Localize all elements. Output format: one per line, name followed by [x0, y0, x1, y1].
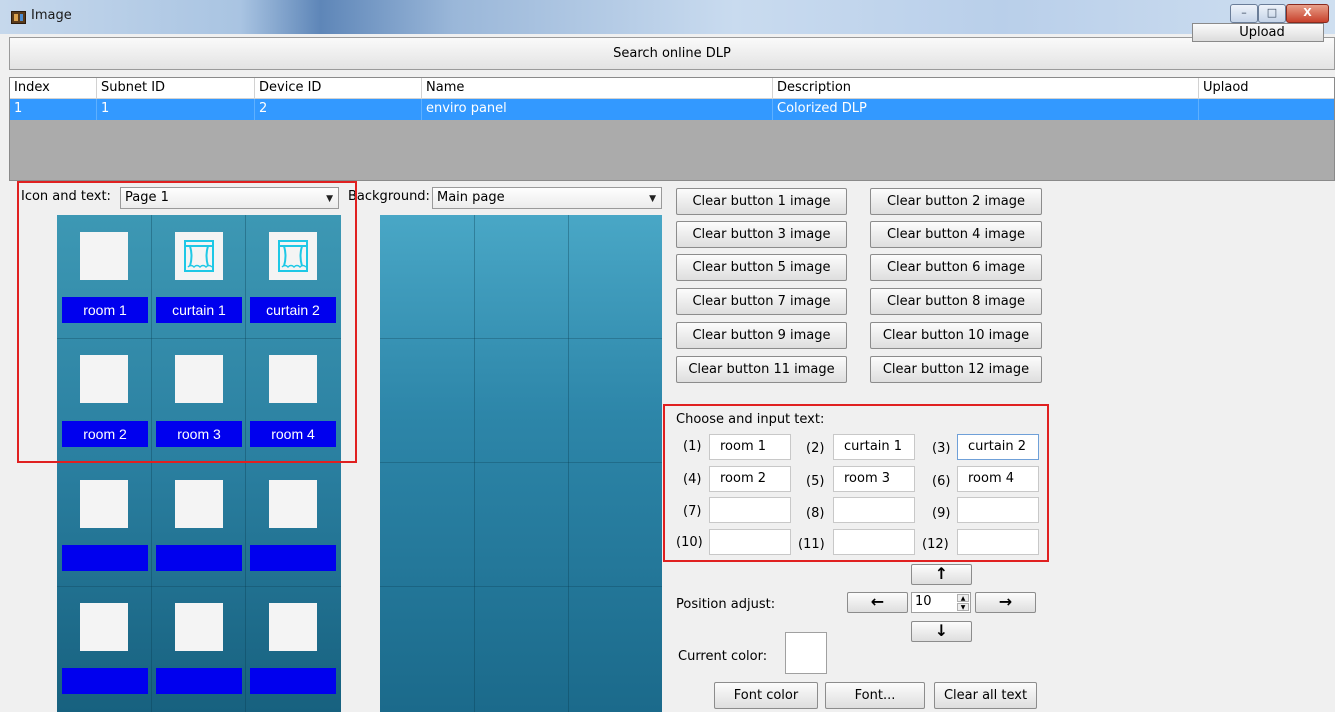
text-number-10: (10) [676, 535, 703, 550]
clear-all-text-button[interactable]: Clear all text [934, 682, 1037, 709]
background-select[interactable]: Main page ▼ [432, 187, 662, 209]
current-color-swatch [785, 632, 827, 674]
text-input-4[interactable]: room 2 [709, 466, 791, 492]
background-preview [380, 215, 662, 712]
column-header-name[interactable]: Name [422, 78, 773, 99]
text-input-1[interactable]: room 1 [709, 434, 791, 460]
minimize-button[interactable]: – [1230, 4, 1258, 23]
title-bar [0, 0, 1335, 34]
text-input-8[interactable] [833, 497, 915, 523]
background-select-value: Main page [437, 190, 505, 205]
close-button[interactable]: X [1286, 4, 1329, 23]
text-input-7[interactable] [709, 497, 791, 523]
font-button[interactable]: Font... [825, 682, 925, 709]
column-header-description[interactable]: Description [773, 78, 1199, 99]
spin-down-icon[interactable]: ▼ [957, 603, 969, 611]
device-table: Index Subnet ID Device ID Name Descripti… [9, 77, 1335, 181]
clear-button-2-image[interactable]: Clear button 2 image [870, 188, 1042, 215]
button-icon-tile[interactable] [175, 603, 223, 651]
clear-button-9-image[interactable]: Clear button 9 image [676, 322, 847, 349]
button-label[interactable] [62, 668, 148, 694]
choose-text-title: Choose and input text: [676, 412, 825, 427]
arrow-left-icon: ← [870, 592, 885, 611]
move-down-button[interactable]: ↓ [911, 621, 972, 642]
upload-button[interactable]: Upload [1192, 23, 1324, 42]
background-label: Background: [348, 189, 430, 204]
dropdown-arrow-icon: ▼ [649, 194, 656, 204]
clear-button-6-image[interactable]: Clear button 6 image [870, 254, 1042, 281]
move-left-button[interactable]: ← [847, 592, 908, 613]
clear-button-12-image[interactable]: Clear button 12 image [870, 356, 1042, 383]
button-icon-tile[interactable] [175, 480, 223, 528]
clear-button-7-image[interactable]: Clear button 7 image [676, 288, 847, 315]
text-input-3[interactable]: curtain 2 [957, 434, 1039, 460]
text-input-5[interactable]: room 3 [833, 466, 915, 492]
text-number-9: (9) [932, 506, 951, 521]
clear-button-10-image[interactable]: Clear button 10 image [870, 322, 1042, 349]
window-title: Image [31, 8, 72, 23]
text-input-10[interactable] [709, 529, 791, 555]
clear-button-1-image[interactable]: Clear button 1 image [676, 188, 847, 215]
button-label[interactable] [156, 545, 242, 571]
maximize-button[interactable]: □ [1258, 4, 1286, 23]
current-color-label: Current color: [678, 649, 768, 664]
button-label[interactable] [250, 545, 336, 571]
column-header-subnet-id[interactable]: Subnet ID [97, 78, 255, 99]
move-right-button[interactable]: → [975, 592, 1036, 613]
cell-subnet-id[interactable]: 1 [97, 99, 255, 120]
text-number-12: (12) [922, 537, 949, 552]
clear-button-5-image[interactable]: Clear button 5 image [676, 254, 847, 281]
text-number-11: (11) [798, 537, 825, 552]
text-number-6: (6) [932, 474, 951, 489]
position-step-spinner[interactable]: 10 ▲ ▼ [911, 592, 971, 613]
text-number-5: (5) [806, 474, 825, 489]
clear-button-4-image[interactable]: Clear button 4 image [870, 221, 1042, 248]
font-color-button[interactable]: Font color [714, 682, 818, 709]
arrow-right-icon: → [998, 592, 1013, 611]
cell-index[interactable]: 1 [10, 99, 97, 120]
text-input-12[interactable] [957, 529, 1039, 555]
app-icon [11, 11, 26, 24]
button-icon-tile[interactable] [269, 603, 317, 651]
column-header-upload[interactable]: Uplaod [1199, 78, 1334, 99]
arrow-down-icon: ↓ [934, 621, 949, 640]
position-step-value: 10 [915, 594, 932, 609]
text-number-8: (8) [806, 506, 825, 521]
cell-device-id[interactable]: 2 [255, 99, 422, 120]
highlight-box [17, 181, 357, 463]
text-input-9[interactable] [957, 497, 1039, 523]
move-up-button[interactable]: ↑ [911, 564, 972, 585]
clear-button-3-image[interactable]: Clear button 3 image [676, 221, 847, 248]
position-adjust-label: Position adjust: [676, 597, 776, 612]
cell-upload [1199, 99, 1334, 120]
text-number-1: (1) [683, 439, 702, 454]
text-input-6[interactable]: room 4 [957, 466, 1039, 492]
button-label[interactable] [156, 668, 242, 694]
clear-button-11-image[interactable]: Clear button 11 image [676, 356, 847, 383]
text-input-11[interactable] [833, 529, 915, 555]
button-label[interactable] [62, 545, 148, 571]
cell-name[interactable]: enviro panel [422, 99, 773, 120]
button-icon-tile[interactable] [80, 480, 128, 528]
text-input-2[interactable]: curtain 1 [833, 434, 915, 460]
arrow-up-icon: ↑ [934, 564, 949, 583]
text-number-7: (7) [683, 504, 702, 519]
search-online-dlp-button[interactable]: Search online DLP [9, 37, 1335, 70]
clear-button-8-image[interactable]: Clear button 8 image [870, 288, 1042, 315]
button-icon-tile[interactable] [269, 480, 317, 528]
column-header-index[interactable]: Index [10, 78, 97, 99]
button-icon-tile[interactable] [80, 603, 128, 651]
text-number-3: (3) [932, 441, 951, 456]
button-label[interactable] [250, 668, 336, 694]
cell-description[interactable]: Colorized DLP [773, 99, 1199, 120]
column-header-device-id[interactable]: Device ID [255, 78, 422, 99]
text-number-4: (4) [683, 472, 702, 487]
text-number-2: (2) [806, 441, 825, 456]
spin-up-icon[interactable]: ▲ [957, 594, 969, 602]
